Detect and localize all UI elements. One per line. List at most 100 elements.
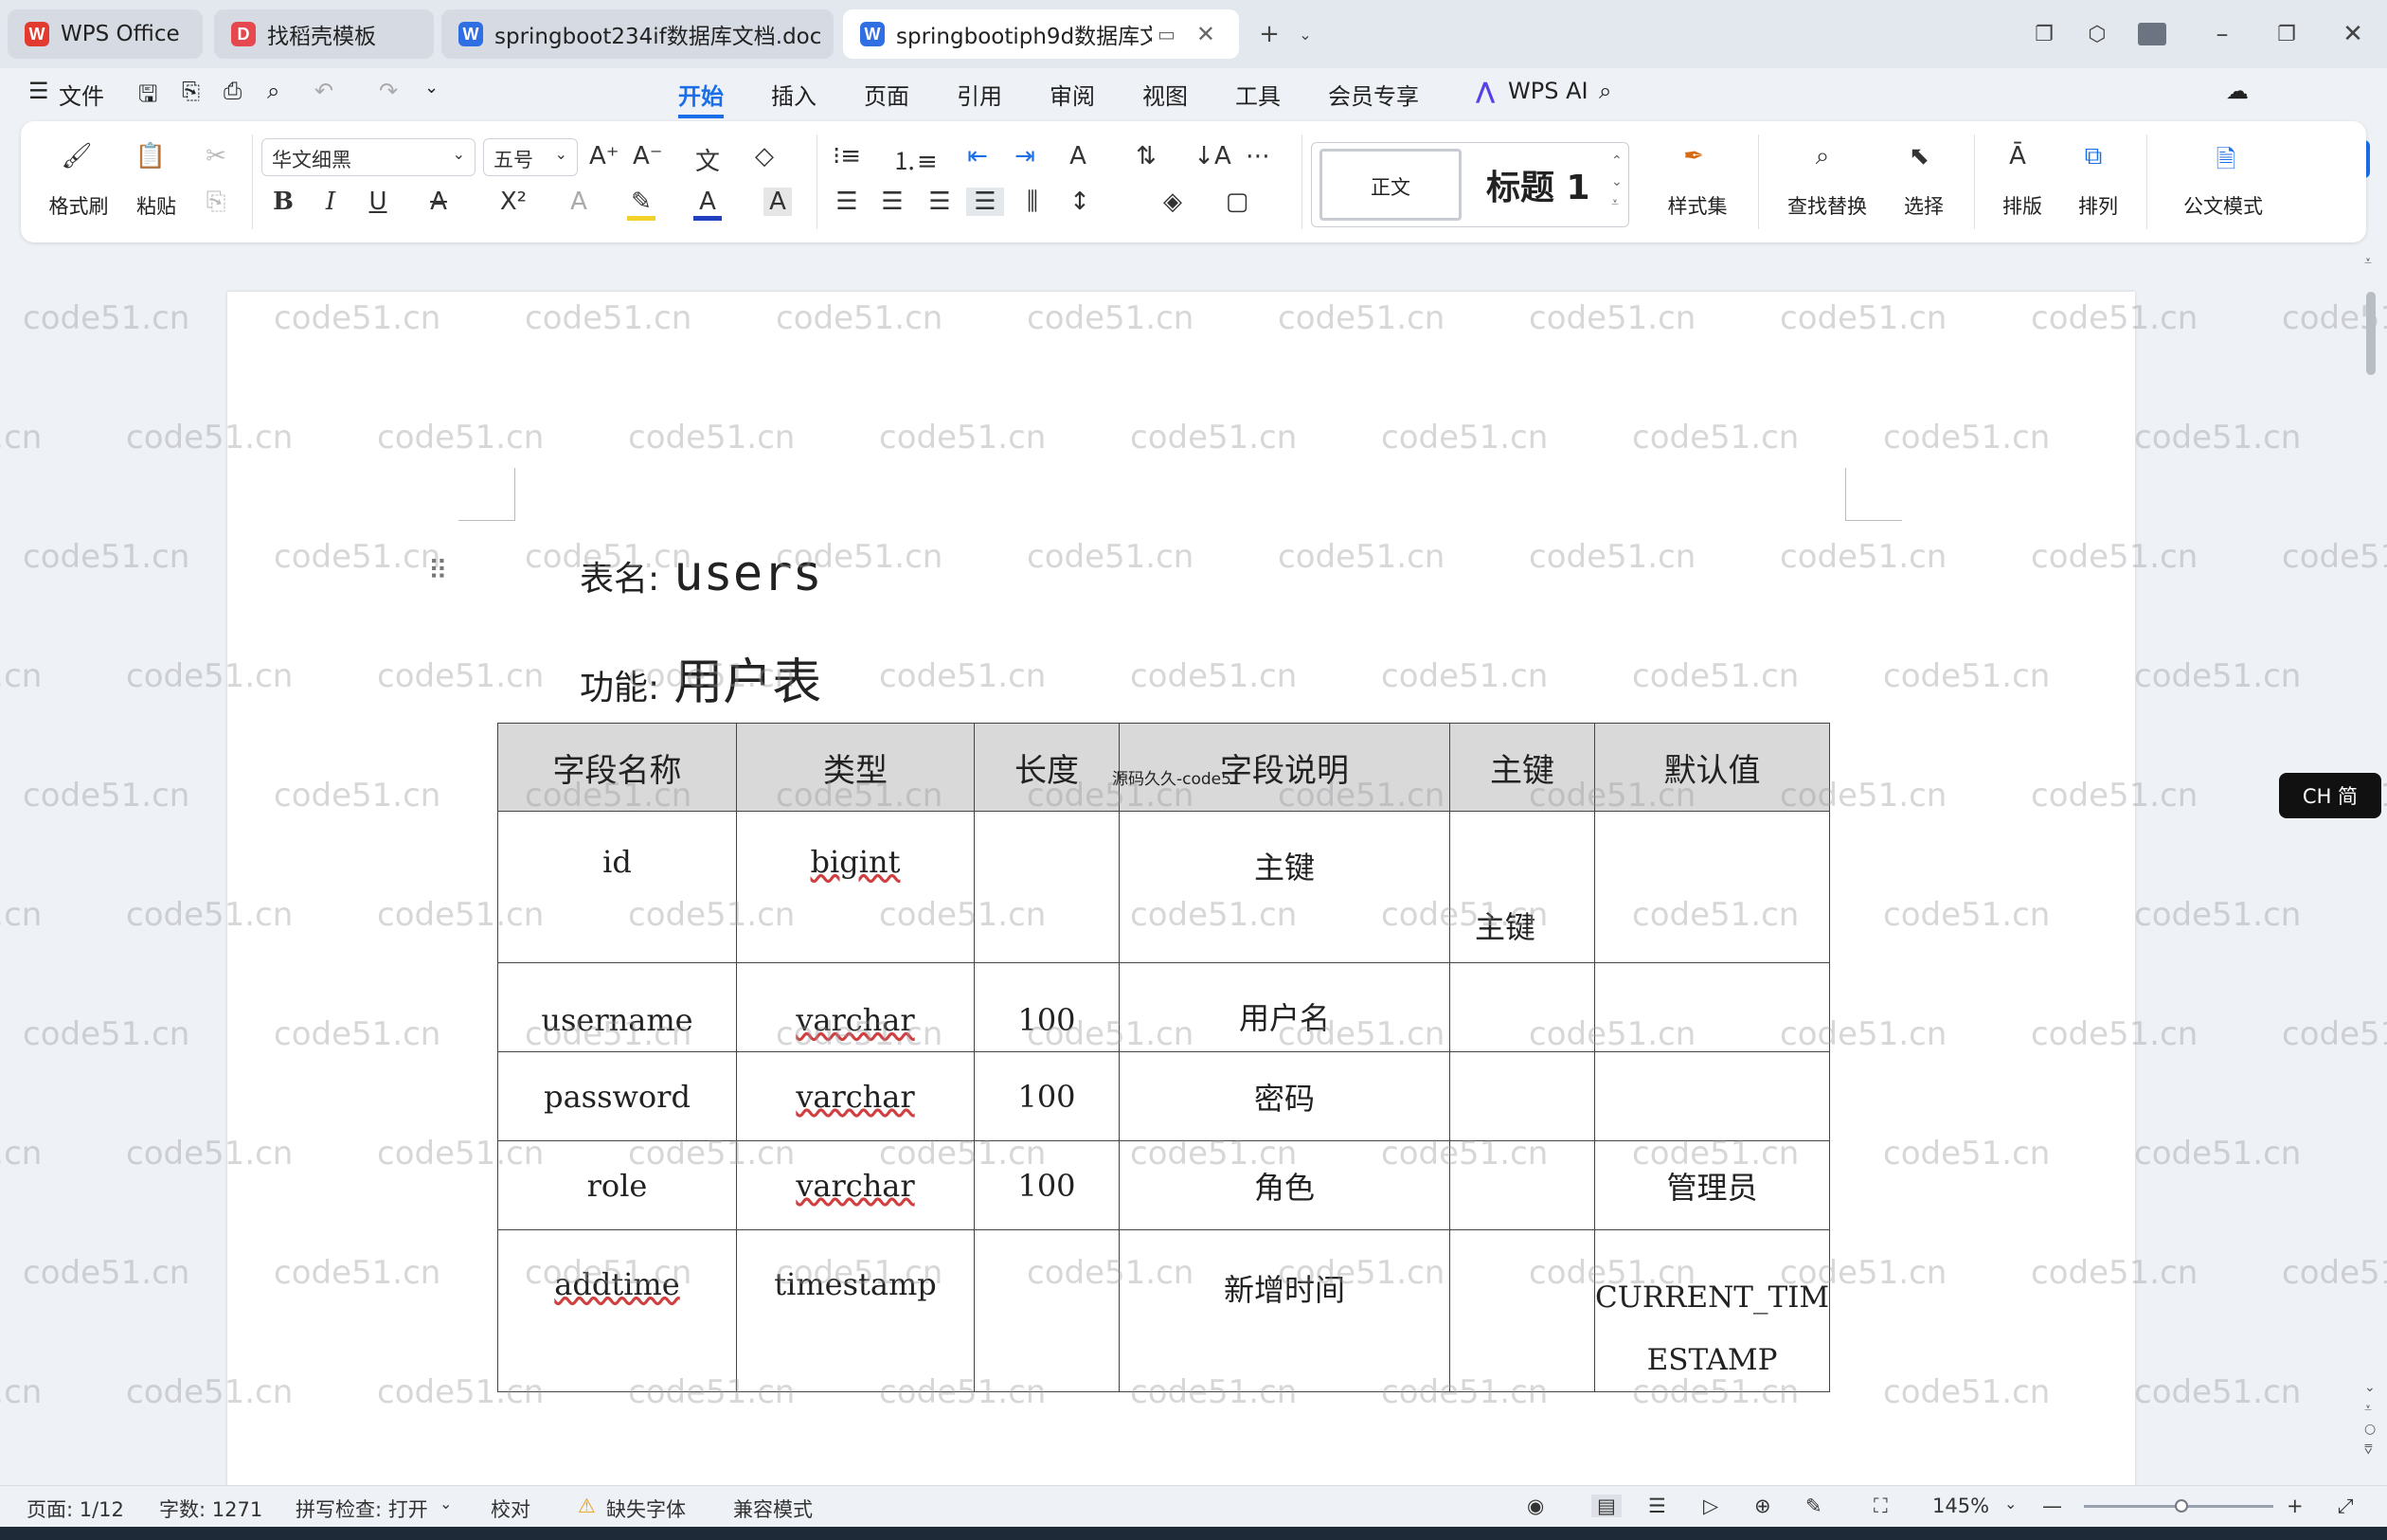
- border-icon[interactable]: ▢: [1218, 188, 1256, 216]
- cut-icon[interactable]: ✂: [197, 142, 235, 170]
- cell-name[interactable]: id: [497, 811, 737, 963]
- drag-handle-icon[interactable]: ⠿: [428, 555, 448, 586]
- cell-name[interactable]: addtime: [497, 1229, 737, 1392]
- text-effect-icon[interactable]: A: [565, 188, 593, 216]
- show-marks-icon[interactable]: ⋯: [1239, 142, 1277, 170]
- paste-button[interactable]: 粘贴: [123, 191, 189, 220]
- cloud-upload-icon[interactable]: ☁: [2226, 78, 2249, 104]
- shading-icon[interactable]: ◈: [1154, 188, 1192, 216]
- style-scroll-icon[interactable]: ⌃ ⌄ ⩡: [1611, 151, 1623, 213]
- font-size-select[interactable]: 五号 ⌄: [483, 138, 578, 176]
- hamburger-icon[interactable]: ☰: [28, 78, 49, 104]
- close-tab-icon[interactable]: ✕: [1196, 21, 1215, 47]
- style-heading-1[interactable]: 标题 1: [1486, 160, 1590, 209]
- justify-icon[interactable]: ☰: [966, 188, 1004, 216]
- select-button[interactable]: 选择: [1891, 191, 1957, 220]
- tab-doc-iph9d-active[interactable]: W springbootiph9d数据库文档 ▭ ✕: [843, 9, 1239, 59]
- scrollbar-thumb[interactable]: [2366, 292, 2376, 375]
- arrange-button[interactable]: 排列: [2067, 191, 2129, 220]
- align-left-icon[interactable]: ☰: [828, 188, 866, 216]
- style-set-button[interactable]: 样式集: [1660, 191, 1735, 220]
- cell-description[interactable]: 新增时间: [1119, 1229, 1450, 1392]
- copy-icon[interactable]: ⎘: [197, 188, 235, 217]
- avatar[interactable]: [2135, 17, 2169, 51]
- search-icon[interactable]: ⌕: [1599, 78, 1611, 104]
- zoom-slider-thumb[interactable]: [2175, 1499, 2188, 1513]
- numbered-list-icon[interactable]: ⒈≡: [892, 142, 938, 177]
- cell-length[interactable]: 100: [974, 1051, 1120, 1141]
- distribute-icon[interactable]: ⫼: [1014, 188, 1051, 217]
- cell-length[interactable]: [974, 811, 1120, 963]
- cell-default[interactable]: [1593, 962, 1831, 1052]
- italic-icon[interactable]: I: [316, 188, 345, 216]
- tab-docer[interactable]: D 找稻壳模板: [214, 9, 434, 59]
- cell-primary-key[interactable]: [1449, 1140, 1595, 1230]
- spell-check-toggle[interactable]: 拼写检查: 打开: [296, 1495, 428, 1523]
- cell-primary-key[interactable]: [1449, 962, 1595, 1052]
- tab-doc-234if[interactable]: W springboot234if数据库文档.doc: [441, 9, 834, 59]
- cell-primary-key[interactable]: [1449, 1229, 1595, 1392]
- fullscreen-icon[interactable]: ⤢: [2338, 1495, 2354, 1518]
- font-family-select[interactable]: 华文细黑 ⌄: [261, 138, 476, 176]
- cell-type[interactable]: bigint: [736, 811, 975, 963]
- increase-indent-icon[interactable]: ⇥: [1006, 142, 1044, 170]
- fields-table[interactable]: 字段名称 类型 长度 字段说明 源码久久-code51 主键 默认值 id big…: [497, 723, 1831, 1392]
- cell-type[interactable]: timestamp: [736, 1229, 975, 1392]
- text-direction-icon[interactable]: A: [1059, 142, 1097, 170]
- close-window-icon[interactable]: ✕: [2336, 17, 2370, 51]
- format-painter-button[interactable]: 格式刷: [45, 191, 112, 220]
- chevron-down-icon[interactable]: ⌄: [440, 1495, 452, 1513]
- line-spacing-icon[interactable]: ↕: [1061, 188, 1099, 216]
- web-view-icon[interactable]: ⊕: [1754, 1495, 1771, 1517]
- official-mode-button[interactable]: 公文模式: [2171, 191, 2275, 220]
- menu-file[interactable]: 文件: [59, 78, 104, 111]
- tab-member[interactable]: 会员专享: [1328, 78, 1419, 111]
- font-color-icon[interactable]: A: [693, 188, 722, 221]
- word-count[interactable]: 字数: 1271: [159, 1495, 262, 1523]
- export-icon[interactable]: ⎘: [182, 78, 200, 104]
- cell-default[interactable]: [1593, 811, 1831, 963]
- scroll-up-icon[interactable]: ⩡: [2364, 254, 2372, 269]
- page-view-icon[interactable]: ▤: [1591, 1495, 1622, 1517]
- cell-name[interactable]: role: [497, 1140, 737, 1230]
- cell-default[interactable]: [1593, 1051, 1831, 1141]
- zoom-in-icon[interactable]: +: [2287, 1495, 2304, 1517]
- cell-name[interactable]: password: [497, 1051, 737, 1141]
- cube-icon[interactable]: ⬡: [2080, 17, 2114, 51]
- page-indicator[interactable]: 页面: 1/12: [27, 1495, 124, 1523]
- fit-page-icon[interactable]: ⛶: [1874, 1495, 1888, 1518]
- cell-type[interactable]: varchar: [736, 1051, 975, 1141]
- cell-length[interactable]: [974, 1229, 1120, 1392]
- shrink-font-icon[interactable]: A⁻: [633, 142, 663, 170]
- strikethrough-icon[interactable]: A: [424, 188, 453, 216]
- cell-description[interactable]: 密码: [1119, 1051, 1450, 1141]
- cell-type[interactable]: varchar: [736, 962, 975, 1052]
- play-icon[interactable]: ▷: [1703, 1495, 1718, 1517]
- print-preview-icon[interactable]: ⌕: [267, 78, 279, 104]
- cell-type[interactable]: varchar: [736, 1140, 975, 1230]
- cell-length[interactable]: 100: [974, 962, 1120, 1052]
- tab-tools[interactable]: 工具: [1235, 78, 1281, 111]
- redo-icon[interactable]: ↷: [379, 78, 398, 104]
- proofread-button[interactable]: 校对: [491, 1495, 530, 1523]
- new-tab-icon[interactable]: +: [1252, 17, 1286, 51]
- cell-description[interactable]: 主键: [1119, 811, 1450, 963]
- pen-icon[interactable]: ✎: [1805, 1495, 1822, 1517]
- minimize-icon[interactable]: –: [2205, 17, 2239, 51]
- tab-wps-office[interactable]: W WPS Office: [8, 9, 203, 59]
- missing-font-button[interactable]: 缺失字体: [606, 1495, 686, 1523]
- chevron-down-icon[interactable]: ⌄: [1288, 17, 1322, 51]
- phonetic-icon[interactable]: 文: [684, 142, 731, 177]
- highlight-icon[interactable]: ✎: [627, 188, 655, 221]
- style-normal[interactable]: 正文: [1319, 149, 1462, 221]
- wps-ai-button[interactable]: WPS AI: [1508, 78, 1588, 104]
- tab-insert[interactable]: 插入: [771, 78, 817, 111]
- tab-references[interactable]: 引用: [957, 78, 1002, 111]
- save-icon[interactable]: 🖫: [138, 78, 157, 116]
- cell-primary-key[interactable]: [1449, 1051, 1595, 1141]
- underline-icon[interactable]: U: [364, 188, 392, 216]
- cell-length[interactable]: 100: [974, 1140, 1120, 1230]
- cell-name[interactable]: username: [497, 962, 737, 1052]
- char-shading-icon[interactable]: A: [763, 188, 792, 216]
- align-right-icon[interactable]: ☰: [921, 188, 959, 216]
